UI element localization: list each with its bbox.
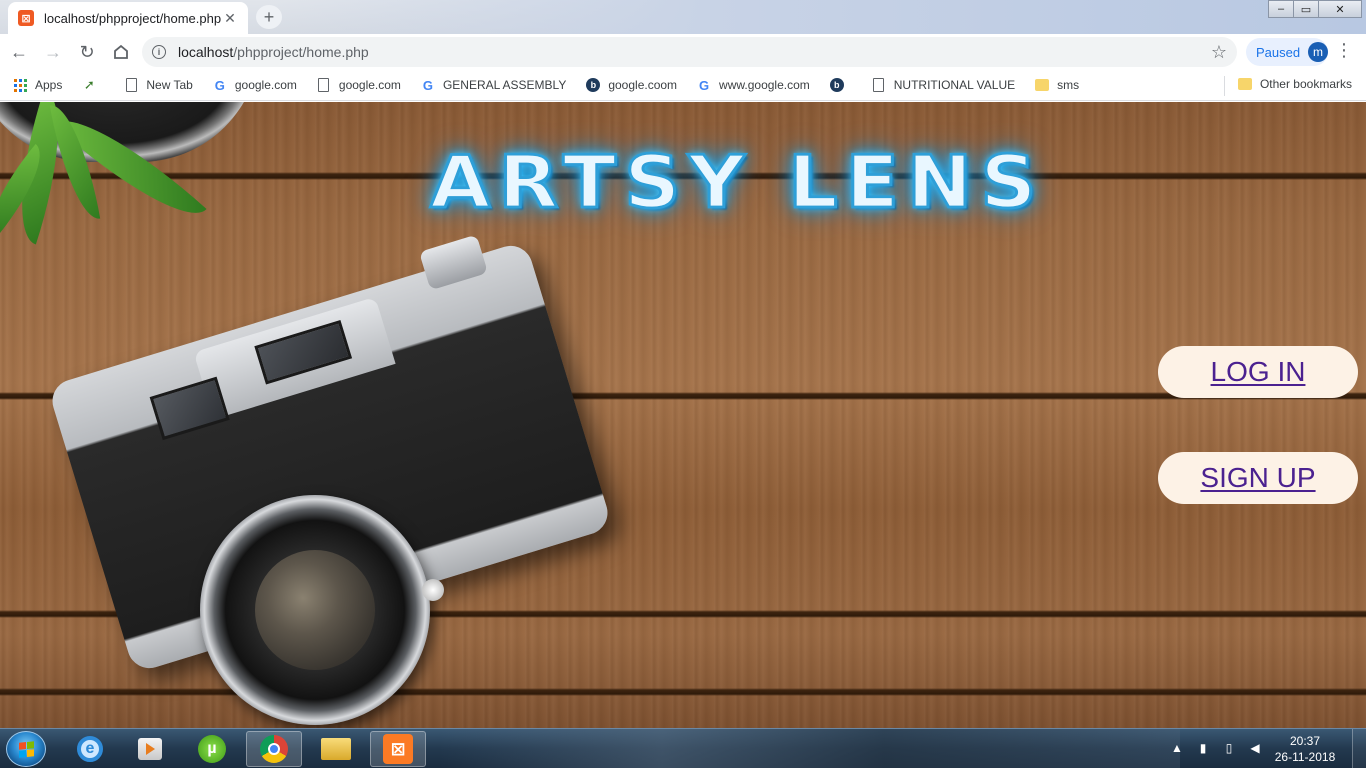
site-title-wrapper: ARTSY LENS xyxy=(429,138,1045,228)
bookmarks-bar: Apps ➚ New Tab G google.com google.com G… xyxy=(0,70,1366,101)
taskbar-file-explorer[interactable] xyxy=(308,731,364,767)
system-tray: ▲ ▮ ▯ ◀ xyxy=(1158,740,1262,756)
reload-button[interactable]: ↻ xyxy=(72,37,102,67)
bookmark-label: Other bookmarks xyxy=(1259,77,1352,91)
clock-time: 20:37 xyxy=(1289,734,1321,748)
home-button[interactable] xyxy=(106,37,136,67)
page-content: ARTSY LENS LOG IN SIGN UP xyxy=(0,102,1366,728)
utorrent-icon: µ xyxy=(198,735,226,763)
url-text: localhost/phpproject/home.php xyxy=(178,44,1211,60)
bookmark-label: google.com xyxy=(234,78,297,92)
taskbar-internet-explorer[interactable]: e xyxy=(62,731,118,767)
taskbar-clock[interactable]: 20:37 26-11-2018 xyxy=(1270,733,1340,765)
bookmark-www-google[interactable]: G www.google.com xyxy=(697,77,810,93)
google-icon: G xyxy=(698,77,710,93)
star-icon[interactable]: ☆ xyxy=(1211,42,1227,63)
taskbar-utorrent[interactable]: µ xyxy=(184,731,240,767)
folder-icon xyxy=(1237,78,1252,90)
site-title: ARTSY LENS xyxy=(429,140,1045,226)
address-bar[interactable]: i localhost/phpproject/home.php ☆ xyxy=(142,37,1237,67)
page-icon xyxy=(873,78,885,92)
new-tab-button[interactable]: + xyxy=(256,5,282,29)
kebab-menu-icon[interactable]: ⋮ xyxy=(1334,40,1354,64)
b-favicon-icon: b xyxy=(586,78,601,92)
xampp-icon: ⊠ xyxy=(383,734,413,764)
signal-icon[interactable]: ▮ xyxy=(1196,740,1210,756)
camera-lens-button xyxy=(422,579,444,601)
camera-knob xyxy=(418,234,489,291)
taskbar-chrome[interactable] xyxy=(246,731,302,767)
reload-icon: ↻ xyxy=(79,41,95,62)
bookmark-google-coom[interactable]: b google.coom xyxy=(586,78,677,92)
close-icon[interactable]: ✕ xyxy=(222,10,238,26)
bookmark-apps[interactable]: Apps xyxy=(14,78,62,92)
bookmark-label: sms xyxy=(1057,78,1080,92)
bookmark-google-1[interactable]: G google.com xyxy=(213,77,297,93)
bookmark-label: GENERAL ASSEMBLY xyxy=(442,78,567,92)
folder-icon xyxy=(1035,79,1050,91)
camera-rangefinder xyxy=(149,376,230,441)
b-favicon-icon: b xyxy=(829,78,844,92)
bookmark-label: google.coom xyxy=(608,78,678,92)
browser-titlebar: ⊠ localhost/phpproject/home.php ✕ + – ▭ … xyxy=(0,0,1366,34)
arrow-right-icon: → xyxy=(44,41,62,62)
url-path: /phpproject/home.php xyxy=(233,44,369,60)
bookmark-arrow[interactable]: ➚ xyxy=(82,77,104,92)
bookmark-label: google.com xyxy=(338,78,401,92)
tab-title: localhost/phpproject/home.php xyxy=(44,10,222,26)
close-window-button[interactable]: ✕ xyxy=(1318,0,1362,18)
other-bookmarks-folder[interactable]: Other bookmarks xyxy=(1237,77,1352,91)
start-button[interactable] xyxy=(6,731,46,767)
page-icon xyxy=(318,78,330,92)
bookmark-label: New Tab xyxy=(146,78,193,92)
login-button[interactable]: LOG IN xyxy=(1158,346,1358,398)
forward-button[interactable]: → xyxy=(38,37,68,67)
camera-lens-glass xyxy=(255,550,375,670)
clock-date: 26-11-2018 xyxy=(1274,750,1336,764)
apps-grid-icon xyxy=(14,78,27,92)
home-icon xyxy=(114,44,128,59)
restore-button[interactable]: ▭ xyxy=(1293,0,1319,18)
browser-toolbar: ← → ↻ i localhost/phpproject/home.php ☆ … xyxy=(0,34,1366,70)
google-icon: G xyxy=(214,77,225,93)
windows-taskbar: e µ ⊠ ▲ ▮ ▯ ◀ 20:37 26-11-2018 xyxy=(0,728,1366,768)
profile-paused-button[interactable]: Paused m xyxy=(1246,38,1328,66)
windows-logo-icon xyxy=(18,740,34,758)
chrome-icon xyxy=(260,735,288,763)
page-icon xyxy=(125,78,137,92)
xampp-icon: ⊠ xyxy=(18,10,34,26)
bookmark-google-2[interactable]: google.com xyxy=(317,78,401,92)
back-button[interactable]: ← xyxy=(4,37,34,67)
media-player-icon xyxy=(138,738,162,760)
taskbar-media-player[interactable] xyxy=(122,731,178,767)
bookmark-new-tab[interactable]: New Tab xyxy=(124,78,193,92)
tray-expand-icon[interactable]: ▲ xyxy=(1170,740,1184,756)
bookmark-label: Apps xyxy=(35,78,63,92)
volume-icon[interactable]: ◀ xyxy=(1248,740,1262,756)
bookmark-b[interactable]: b xyxy=(829,78,852,92)
avatar: m xyxy=(1308,42,1328,62)
show-desktop-button[interactable] xyxy=(1352,729,1366,768)
folder-icon xyxy=(321,738,351,760)
bookmark-label: www.google.com xyxy=(719,78,810,92)
browser-tab-active[interactable]: ⊠ localhost/phpproject/home.php ✕ xyxy=(8,2,248,34)
profile-status: Paused xyxy=(1256,44,1301,60)
arrow-left-icon: ← xyxy=(10,41,28,62)
minimize-button[interactable]: – xyxy=(1268,0,1294,18)
info-icon[interactable]: i xyxy=(152,45,166,59)
taskbar-xampp[interactable]: ⊠ xyxy=(370,731,426,767)
internet-explorer-icon: e xyxy=(77,736,103,762)
bookmark-general-assembly[interactable]: G GENERAL ASSEMBLY xyxy=(421,77,567,93)
camera-image xyxy=(47,234,630,725)
window-controls: – ▭ ✕ xyxy=(1268,0,1362,18)
bookmark-label: NUTRITIONAL VALUE xyxy=(893,78,1016,92)
url-host: localhost xyxy=(178,44,234,60)
battery-icon[interactable]: ▯ xyxy=(1222,740,1236,756)
signup-button[interactable]: SIGN UP xyxy=(1158,452,1358,504)
bookmark-folder-sms[interactable]: sms xyxy=(1035,78,1079,92)
bookmark-nutritional-value[interactable]: NUTRITIONAL VALUE xyxy=(872,78,1015,92)
google-icon: G xyxy=(422,77,433,93)
arrow-favicon-icon: ➚ xyxy=(83,77,95,92)
bookmarks-divider xyxy=(1224,76,1225,96)
